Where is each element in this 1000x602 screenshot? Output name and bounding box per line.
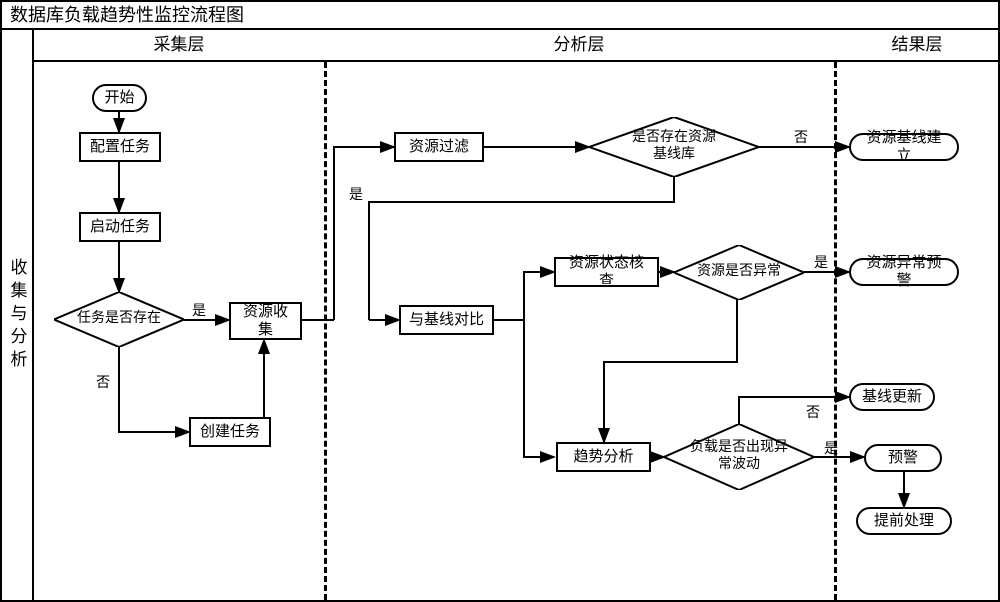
res-abnormal-decision: 资源是否异常 <box>674 245 804 300</box>
compare-node: 与基线对比 <box>399 305 494 335</box>
task-exist-decision: 任务是否存在 <box>54 292 184 347</box>
load-abnormal-text: 负载是否出现异 常波动 <box>680 440 798 474</box>
baseline-exist-text: 是否存在资源 基线库 <box>622 130 726 164</box>
warn-node: 预警 <box>864 444 942 472</box>
check-node: 资源状态核查 <box>554 257 659 287</box>
trend-node: 趋势分析 <box>556 442 651 472</box>
header-layer1: 采集层 <box>34 30 324 62</box>
config-task-node: 配置任务 <box>79 132 161 162</box>
label-yes: 是 <box>192 300 206 320</box>
load-abnormal-decision: 负载是否出现异 常波动 <box>664 424 814 490</box>
start-node: 开始 <box>92 84 147 112</box>
create-task-node: 创建任务 <box>189 417 271 447</box>
label-no: 否 <box>806 402 820 422</box>
label-yes: 是 <box>824 438 838 458</box>
baseline-exist-decision: 是否存在资源 基线库 <box>589 117 759 177</box>
title-bar: 数据库负载趋势性监控流程图 <box>2 2 998 30</box>
collect-node: 资源收集 <box>229 302 302 340</box>
filter-node: 资源过滤 <box>394 132 484 162</box>
launch-task-node: 启动任务 <box>79 212 161 242</box>
label-yes: 是 <box>349 184 363 204</box>
task-exist-text: 任务是否存在 <box>67 311 171 328</box>
label-no: 否 <box>794 127 808 147</box>
label-yes: 是 <box>814 252 828 272</box>
abnormal-warn-node: 资源异常预警 <box>849 258 959 286</box>
baseline-build-node: 资源基线建立 <box>849 133 959 161</box>
header-layer3: 结果层 <box>834 30 1000 62</box>
side-label-text: 收集与分析 <box>5 258 30 373</box>
preprocess-node: 提前处理 <box>856 507 952 535</box>
res-abnormal-text: 资源是否异常 <box>687 264 791 281</box>
header-layer2: 分析层 <box>324 30 834 62</box>
baseline-update-node: 基线更新 <box>849 383 935 411</box>
swimlane-headers: 采集层 分析层 结果层 <box>34 30 998 62</box>
diagram-canvas: 开始 配置任务 启动任务 任务是否存在 资源收集 创建任务 资源过滤 是否存在资… <box>34 62 998 600</box>
label-no: 否 <box>96 372 110 392</box>
flowchart-container: 数据库负载趋势性监控流程图 收集与分析 采集层 分析层 结果层 <box>0 0 1000 602</box>
swimlane-side-label: 收集与分析 <box>2 30 34 600</box>
